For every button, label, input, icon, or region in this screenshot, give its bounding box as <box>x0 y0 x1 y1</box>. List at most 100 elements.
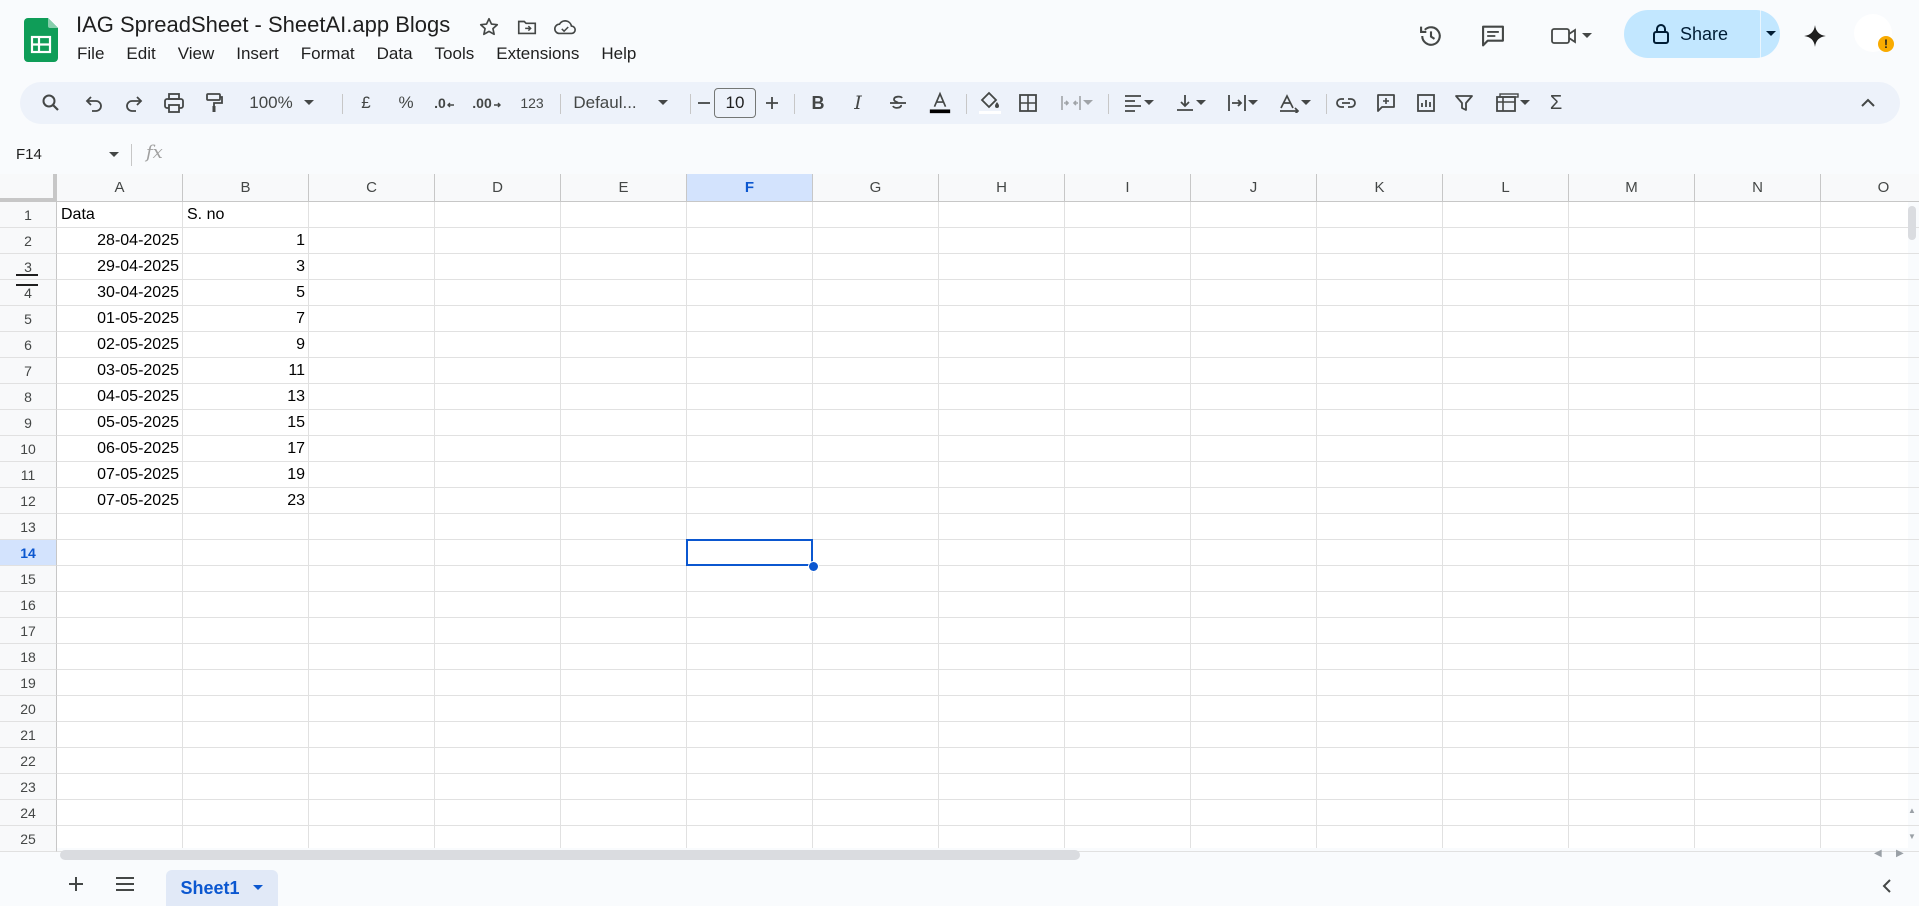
cell-b5[interactable]: 7 <box>187 306 305 332</box>
cell-a12[interactable]: 07-05-2025 <box>61 488 179 514</box>
cell-a10[interactable]: 06-05-2025 <box>61 436 179 462</box>
column-header-j[interactable]: J <box>1191 174 1317 202</box>
share-button[interactable]: Share <box>1624 10 1780 58</box>
row-header-25[interactable]: 25 <box>0 826 57 852</box>
format-percent-button[interactable]: % <box>394 91 418 115</box>
search-menus-icon[interactable] <box>38 91 64 115</box>
zoom-select[interactable]: 100% <box>242 91 322 115</box>
row-header-12[interactable]: 12 <box>0 488 57 514</box>
cell-b4[interactable]: 5 <box>187 280 305 306</box>
meet-button[interactable] <box>1540 14 1604 58</box>
row-header-20[interactable]: 20 <box>0 696 57 722</box>
move-folder-icon[interactable] <box>514 14 540 40</box>
row-header-22[interactable]: 22 <box>0 748 57 774</box>
explore-collapse-icon[interactable] <box>1880 878 1894 899</box>
menu-edit[interactable]: Edit <box>115 42 166 66</box>
column-header-a[interactable]: A <box>57 174 183 202</box>
account-avatar[interactable]: ! <box>1852 12 1896 56</box>
vertical-align-icon[interactable] <box>1170 91 1212 115</box>
borders-icon[interactable] <box>1016 91 1040 115</box>
cell-b8[interactable]: 13 <box>187 384 305 410</box>
cell-a7[interactable]: 03-05-2025 <box>61 358 179 384</box>
column-header-f[interactable]: F <box>687 174 813 202</box>
increase-font-size-icon[interactable] <box>762 91 782 115</box>
cell-a11[interactable]: 07-05-2025 <box>61 462 179 488</box>
menu-view[interactable]: View <box>167 42 226 66</box>
column-header-g[interactable]: G <box>813 174 939 202</box>
spreadsheet-grid[interactable]: A B C D E F G H I J K L M N O 1 2 3 4 5 6 7 8 9 10 11 12 13 14 15 16 17… <box>0 174 1919 852</box>
filter-icon[interactable] <box>1452 91 1476 115</box>
row-header-13[interactable]: 13 <box>0 514 57 540</box>
add-sheet-icon[interactable] <box>66 874 86 899</box>
cell-a4[interactable]: 30-04-2025 <box>61 280 179 306</box>
menu-help[interactable]: Help <box>590 42 647 66</box>
column-header-c[interactable]: C <box>309 174 435 202</box>
menu-file[interactable]: File <box>66 42 115 66</box>
active-cell-selection[interactable] <box>686 539 813 566</box>
column-header-o[interactable]: O <box>1821 174 1919 202</box>
increase-decimal-button[interactable]: .00 <box>470 91 504 115</box>
row-header-19[interactable]: 19 <box>0 670 57 696</box>
insert-link-icon[interactable] <box>1334 91 1358 115</box>
row-header-23[interactable]: 23 <box>0 774 57 800</box>
italic-button[interactable]: I <box>846 91 870 115</box>
cell-b9[interactable]: 15 <box>187 410 305 436</box>
merge-cells-icon[interactable] <box>1056 91 1098 115</box>
font-size-input[interactable]: 10 <box>714 88 756 118</box>
cell-b10[interactable]: 17 <box>187 436 305 462</box>
row-header-10[interactable]: 10 <box>0 436 57 462</box>
column-header-b[interactable]: B <box>183 174 309 202</box>
version-history-icon[interactable] <box>1414 14 1448 58</box>
text-wrapping-icon[interactable] <box>1222 91 1264 115</box>
row-header-5[interactable]: 5 <box>0 306 57 332</box>
row-header-11[interactable]: 11 <box>0 462 57 488</box>
cloud-status-icon[interactable] <box>552 14 578 40</box>
sheets-logo-icon[interactable] <box>24 18 58 62</box>
strikethrough-icon[interactable] <box>886 91 910 115</box>
row-header-17[interactable]: 17 <box>0 618 57 644</box>
cell-a3[interactable]: 29-04-2025 <box>61 254 179 280</box>
horizontal-align-icon[interactable] <box>1118 91 1160 115</box>
select-all-corner[interactable] <box>0 174 57 202</box>
filter-views-icon[interactable] <box>1490 91 1536 115</box>
document-title[interactable]: IAG SpreadSheet - SheetAI.app Blogs <box>76 12 450 38</box>
gemini-spark-icon[interactable] <box>1798 14 1832 58</box>
row-header-16[interactable]: 16 <box>0 592 57 618</box>
row-header-6[interactable]: 6 <box>0 332 57 358</box>
fill-color-icon[interactable] <box>976 91 1004 115</box>
format-currency-button[interactable]: £ <box>354 91 378 115</box>
sheet-tab-sheet1[interactable]: Sheet1 <box>166 870 278 906</box>
scroll-down-icon[interactable]: ▼ <box>1908 832 1916 841</box>
print-icon[interactable] <box>162 91 186 115</box>
cell-b7[interactable]: 11 <box>187 358 305 384</box>
row-header-24[interactable]: 24 <box>0 800 57 826</box>
column-header-d[interactable]: D <box>435 174 561 202</box>
column-header-e[interactable]: E <box>561 174 687 202</box>
star-icon[interactable] <box>476 14 502 40</box>
functions-button[interactable]: Σ <box>1544 91 1568 115</box>
cell-a6[interactable]: 02-05-2025 <box>61 332 179 358</box>
cell-a5[interactable]: 01-05-2025 <box>61 306 179 332</box>
cell-b12[interactable]: 23 <box>187 488 305 514</box>
all-sheets-icon[interactable] <box>114 875 136 898</box>
collapse-menus-icon[interactable] <box>1856 91 1880 115</box>
bold-button[interactable]: B <box>806 91 830 115</box>
name-box[interactable]: F14 <box>16 146 120 163</box>
menu-insert[interactable]: Insert <box>225 42 290 66</box>
more-formats-button[interactable]: 123 <box>514 91 550 115</box>
row-header-14[interactable]: 14 <box>0 540 57 566</box>
undo-icon[interactable] <box>82 91 106 115</box>
cell-a2[interactable]: 28-04-2025 <box>61 228 179 254</box>
cell-b1[interactable]: S. no <box>187 202 305 228</box>
fill-handle[interactable] <box>808 561 819 572</box>
cell-b2[interactable]: 1 <box>187 228 305 254</box>
scroll-up-icon[interactable]: ▲ <box>1908 806 1916 815</box>
column-header-m[interactable]: M <box>1569 174 1695 202</box>
scroll-right-icon[interactable]: ▶ <box>1896 848 1904 859</box>
column-header-k[interactable]: K <box>1317 174 1443 202</box>
cell-a9[interactable]: 05-05-2025 <box>61 410 179 436</box>
row-resize-handle-icon[interactable] <box>16 274 38 286</box>
comments-icon[interactable] <box>1476 14 1510 58</box>
paint-format-icon[interactable] <box>202 91 226 115</box>
scroll-left-icon[interactable]: ◀ <box>1874 848 1882 859</box>
